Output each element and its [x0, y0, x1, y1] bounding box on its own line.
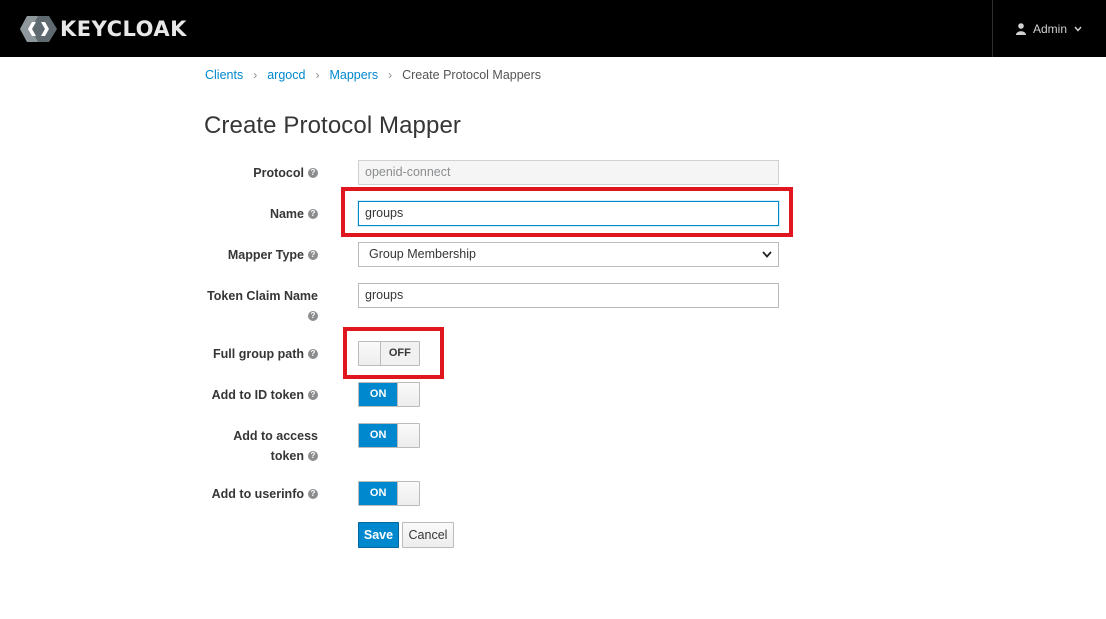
add-to-access-token-label: Add to access — [178, 426, 318, 446]
help-icon[interactable]: ? — [308, 488, 318, 499]
add-to-id-token-label: Add to ID token? — [178, 385, 318, 405]
cancel-button[interactable]: Cancel — [402, 522, 454, 548]
add-to-userinfo-toggle[interactable]: ON — [358, 481, 420, 506]
breadcrumb-separator: › — [253, 68, 258, 82]
toggle-state: ON — [359, 424, 398, 447]
breadcrumb-separator: › — [315, 68, 320, 82]
token-claim-help-row: ? — [178, 306, 318, 326]
toggle-knob — [397, 383, 419, 406]
save-button[interactable]: Save — [358, 522, 399, 548]
add-to-userinfo-label-text: Add to userinfo — [211, 487, 304, 501]
full-group-path-highlight-box — [343, 327, 444, 379]
add-to-id-token-label-text: Add to ID token — [211, 388, 304, 402]
help-icon[interactable]: ? — [308, 348, 318, 359]
breadcrumb-current: Create Protocol Mappers — [402, 68, 542, 82]
toggle-knob — [397, 482, 419, 505]
name-highlight-box — [341, 187, 793, 237]
breadcrumb-clients[interactable]: Clients — [205, 68, 243, 82]
help-icon[interactable]: ? — [308, 167, 318, 178]
full-group-path-label-text: Full group path — [213, 347, 304, 361]
mapper-type-value: Group Membership — [369, 247, 476, 261]
token-claim-name-input[interactable]: groups — [358, 283, 779, 308]
help-icon[interactable]: ? — [308, 450, 318, 461]
mapper-type-label: Mapper Type? — [178, 245, 318, 265]
breadcrumb: Clients › argocd › Mappers › Create Prot… — [205, 67, 541, 83]
help-icon[interactable]: ? — [308, 208, 318, 219]
toggle-state: ON — [359, 383, 398, 406]
protocol-label: Protocol? — [178, 163, 318, 183]
page-title: Create Protocol Mapper — [204, 112, 461, 139]
help-icon[interactable]: ? — [308, 310, 318, 321]
add-to-access-token-label-row2: token? — [178, 446, 318, 466]
keycloak-logo-icon — [20, 16, 57, 42]
token-claim-name-label-text: Token Claim Name — [207, 289, 318, 303]
top-navbar: KEYCLOAK Admin — [0, 0, 1106, 57]
protocol-field: openid-connect — [358, 160, 779, 185]
user-menu-toggle[interactable]: Admin — [1016, 20, 1082, 38]
breadcrumb-argocd[interactable]: argocd — [267, 68, 305, 82]
mapper-type-select[interactable]: Group Membership — [358, 242, 779, 267]
chevron-down-icon — [762, 251, 772, 258]
keycloak-logo[interactable]: KEYCLOAK — [19, 14, 187, 44]
add-to-access-token-label-line1: Add to access — [233, 429, 318, 443]
help-icon[interactable]: ? — [308, 389, 318, 400]
chevron-down-icon — [1074, 26, 1082, 32]
mapper-type-label-text: Mapper Type — [227, 248, 304, 262]
user-icon — [1016, 23, 1026, 35]
token-claim-name-label: Token Claim Name — [178, 286, 318, 306]
add-to-userinfo-label: Add to userinfo? — [178, 484, 318, 504]
toggle-knob — [397, 424, 419, 447]
add-to-id-token-toggle[interactable]: ON — [358, 382, 420, 407]
add-to-access-token-label-line2: token — [270, 449, 304, 463]
toggle-state: ON — [359, 482, 398, 505]
add-to-access-token-toggle[interactable]: ON — [358, 423, 420, 448]
breadcrumb-mappers[interactable]: Mappers — [329, 68, 378, 82]
full-group-path-label: Full group path? — [178, 344, 318, 364]
breadcrumb-separator: › — [388, 68, 393, 82]
protocol-label-text: Protocol — [253, 166, 304, 180]
user-name: Admin — [1033, 22, 1068, 36]
navbar-divider — [992, 0, 993, 57]
name-label: Name? — [178, 204, 318, 224]
name-label-text: Name — [269, 207, 304, 221]
help-icon[interactable]: ? — [308, 249, 318, 260]
brand-name: KEYCLOAK — [60, 17, 187, 41]
